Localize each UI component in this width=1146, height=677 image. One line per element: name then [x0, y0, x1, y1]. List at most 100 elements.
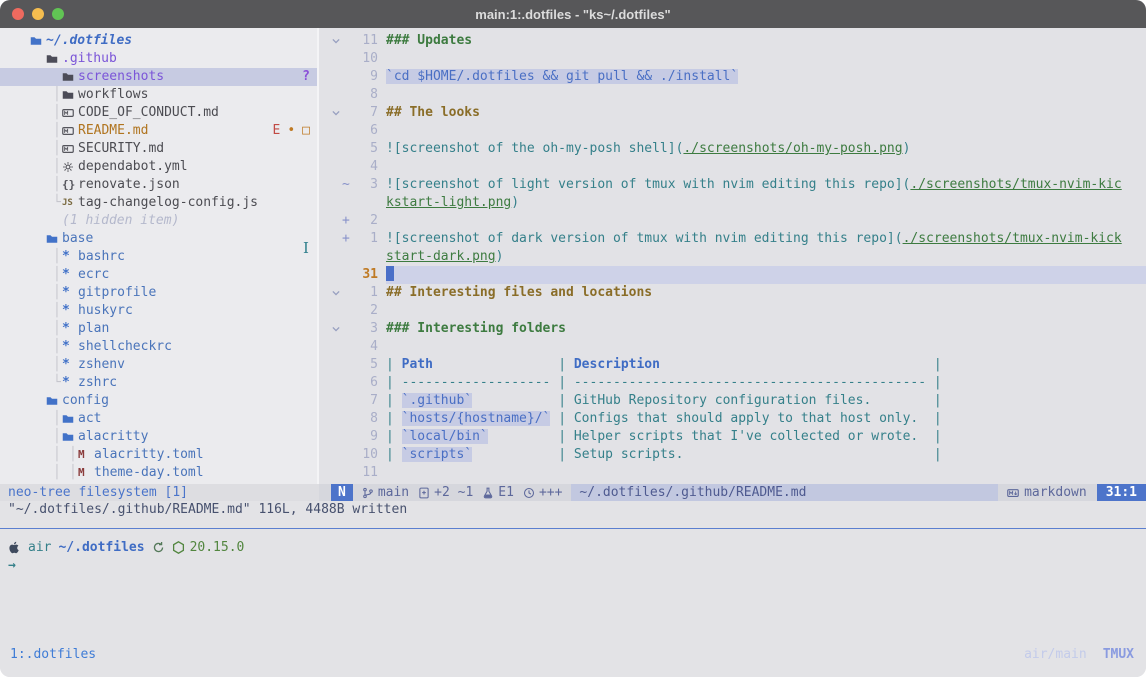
- tree-item-label: alacritty.toml: [94, 446, 204, 464]
- editor-line[interactable]: +1![screenshot of dark version of tmux w…: [331, 230, 1146, 248]
- editor-line[interactable]: 8: [331, 86, 1146, 104]
- git-sign-column: [342, 302, 354, 320]
- toml-icon: M: [78, 446, 94, 464]
- git-sign-column: [342, 266, 354, 284]
- tree-item-label: act: [78, 410, 101, 428]
- tree-item-gitprofile[interactable]: │*gitprofile: [0, 284, 317, 302]
- editor-line[interactable]: 6| ------------------- | ---------------…: [331, 374, 1146, 392]
- line-number: [354, 248, 378, 266]
- tree-item-label: ecrc: [78, 266, 109, 284]
- tree-item-alacritty[interactable]: │alacritty: [0, 428, 317, 446]
- tree-item-ecrc[interactable]: │*ecrc: [0, 266, 317, 284]
- close-button[interactable]: [12, 8, 24, 20]
- tree-item-screenshots[interactable]: screenshots?: [0, 68, 317, 86]
- tree-item-huskyrc[interactable]: │*huskyrc: [0, 302, 317, 320]
- line-number: 7: [354, 392, 378, 410]
- line-text: ## The looks: [386, 104, 1146, 122]
- editor-line[interactable]: 11### Updates: [331, 32, 1146, 50]
- tree-item-readme.md[interactable]: │README.mdE•□: [0, 122, 317, 140]
- tree-item-theme-day.toml[interactable]: ││Mtheme-day.toml: [0, 464, 317, 482]
- tree-item-workflows[interactable]: │workflows: [0, 86, 317, 104]
- tree-item-plan[interactable]: │*plan: [0, 320, 317, 338]
- statusline-filepath: ~/.dotfiles/.github/README.md: [571, 484, 998, 501]
- editor-line[interactable]: 5| Path | Description |: [331, 356, 1146, 374]
- editor-line[interactable]: 4: [331, 158, 1146, 176]
- editor-line[interactable]: 2: [331, 302, 1146, 320]
- editor-pane[interactable]: 11### Updates109`cd $HOME/.dotfiles && g…: [319, 28, 1146, 484]
- tree-item-base[interactable]: base: [0, 230, 317, 248]
- minimize-button[interactable]: [32, 8, 44, 20]
- tmux-session-name: air/main: [1024, 647, 1087, 662]
- editor-line[interactable]: 5![screenshot of the oh-my-posh shell](.…: [331, 140, 1146, 158]
- editor-line[interactable]: 8| `hosts/{hostname}/` | Configs that sh…: [331, 410, 1146, 428]
- editor-line[interactable]: 9`cd $HOME/.dotfiles && git pull && ./in…: [331, 68, 1146, 86]
- editor-line[interactable]: 10| `scripts` | Setup scripts. |: [331, 446, 1146, 464]
- tree-item-code-of-conduct.md[interactable]: │CODE_OF_CONDUCT.md: [0, 104, 317, 122]
- git-sign-column: +: [342, 212, 354, 230]
- editor-line[interactable]: 31: [331, 266, 1146, 284]
- line-number: 6: [354, 374, 378, 392]
- tree-item-tag-changelog-config.js[interactable]: └JStag-changelog-config.js: [0, 194, 317, 212]
- tree-item-security.md[interactable]: │SECURITY.md: [0, 140, 317, 158]
- editor-wrap-line[interactable]: start-dark.png): [331, 248, 1146, 266]
- folder-icon: [62, 71, 78, 83]
- status-badge: □: [302, 122, 310, 140]
- tree-item-renovate.json[interactable]: │{}renovate.json: [0, 176, 317, 194]
- editor-line[interactable]: +2: [331, 212, 1146, 230]
- editor-line[interactable]: 7| `.github` | GitHub Repository configu…: [331, 392, 1146, 410]
- line-number: 3: [354, 176, 378, 194]
- editor-line[interactable]: 7## The looks: [331, 104, 1146, 122]
- indent-guide: │: [53, 284, 61, 302]
- shell-pane[interactable]: air ~/.dotfiles 20.15.0 → 1:.dotfiles ai…: [0, 519, 1146, 677]
- star-icon: *: [62, 266, 78, 284]
- tree-item-bashrc[interactable]: │*bashrc: [0, 248, 317, 266]
- tree-item-zshenv[interactable]: │*zshenv: [0, 356, 317, 374]
- tree-item-label: config: [62, 392, 109, 410]
- tree-item--1-hidden-item-[interactable]: (1 hidden item): [0, 212, 317, 230]
- line-number: 2: [354, 302, 378, 320]
- editor-line[interactable]: 6: [331, 122, 1146, 140]
- tree-item-zshrc[interactable]: └*zshrc: [0, 374, 317, 392]
- tree-item-label: (1 hidden item): [62, 212, 179, 230]
- editor-line[interactable]: 10: [331, 50, 1146, 68]
- editor-wrap-line[interactable]: kstart-light.png): [331, 194, 1146, 212]
- star-icon: *: [62, 248, 78, 266]
- line-text: | `local/bin` | Helper scripts that I've…: [386, 428, 1146, 446]
- tree-item-label: dependabot.yml: [78, 158, 188, 176]
- tree-item-act[interactable]: │act: [0, 410, 317, 428]
- tree-item-config[interactable]: config: [0, 392, 317, 410]
- tree-item--.dotfiles[interactable]: ~/.dotfiles: [0, 32, 317, 50]
- folder-icon: [30, 35, 46, 47]
- editor-line[interactable]: 4: [331, 338, 1146, 356]
- editor-line[interactable]: 3### Interesting folders: [331, 320, 1146, 338]
- line-number: 10: [354, 50, 378, 68]
- neo-tree-statusline: neo-tree filesystem [1]: [0, 484, 319, 501]
- tree-item-label: ~/.dotfiles: [46, 32, 132, 50]
- zoom-button[interactable]: [52, 8, 64, 20]
- folder-icon: [46, 53, 62, 65]
- title-bar[interactable]: main:1:.dotfiles - "ks~/.dotfiles": [0, 0, 1146, 28]
- tree-item-shellcheckrc[interactable]: │*shellcheckrc: [0, 338, 317, 356]
- tree-item-alacritty.toml[interactable]: ││Malacritty.toml: [0, 446, 317, 464]
- git-sign-column: [342, 194, 354, 212]
- editor-line[interactable]: 11: [331, 464, 1146, 482]
- git-sign-column: [342, 428, 354, 446]
- git-sign-column: [342, 122, 354, 140]
- tmux-window-name[interactable]: 1:.dotfiles: [10, 647, 96, 662]
- line-number: 4: [354, 338, 378, 356]
- tree-item-dependabot.yml[interactable]: │dependabot.yml: [0, 158, 317, 176]
- tree-item-.github[interactable]: .github: [0, 50, 317, 68]
- fold-chevron-icon[interactable]: [331, 284, 342, 302]
- fold-chevron-icon[interactable]: [331, 104, 342, 122]
- star-icon: *: [62, 374, 78, 392]
- fold-chevron-icon[interactable]: [331, 320, 342, 338]
- editor-line[interactable]: 1## Interesting files and locations: [331, 284, 1146, 302]
- editor-line[interactable]: 9| `local/bin` | Helper scripts that I'v…: [331, 428, 1146, 446]
- fold-column: [331, 356, 342, 374]
- tree-item-label: alacritty: [78, 428, 148, 446]
- node-version: 20.15.0: [172, 540, 245, 555]
- indent-guide: │: [53, 302, 61, 320]
- fold-chevron-icon[interactable]: [331, 32, 342, 50]
- editor-line[interactable]: ~3![screenshot of light version of tmux …: [331, 176, 1146, 194]
- line-text: | `hosts/{hostname}/` | Configs that sho…: [386, 410, 1146, 428]
